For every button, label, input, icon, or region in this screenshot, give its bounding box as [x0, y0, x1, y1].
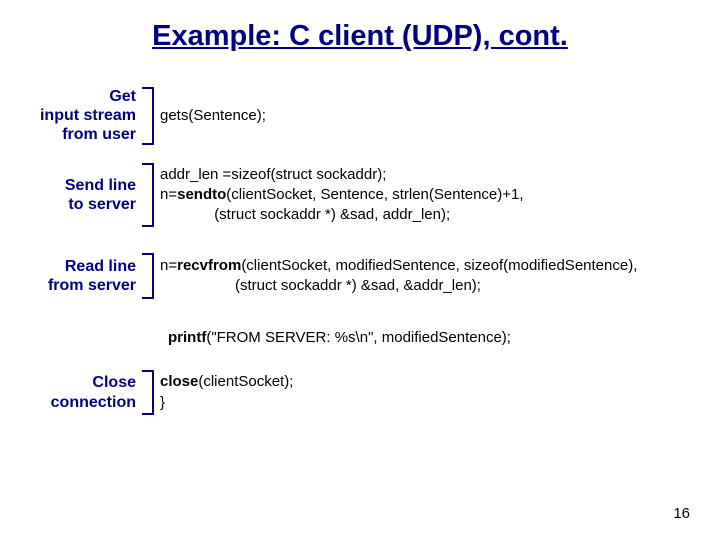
block-close: Close connection close(clientSocket);}	[0, 370, 720, 415]
slide-title: Example: C client (UDP), cont.	[0, 0, 720, 63]
bracket-icon	[140, 253, 154, 299]
bracket-icon	[140, 87, 154, 145]
code-sendto: addr_len =sizeof(struct sockaddr);n=send…	[160, 163, 524, 228]
bracket-icon	[140, 163, 154, 228]
label-read-line: Read line from server	[0, 257, 140, 295]
label-close: Close connection	[0, 373, 140, 411]
code-recvfrom: n=recvfrom(clientSocket, modifiedSentenc…	[160, 254, 637, 299]
code-gets: gets(Sentence);	[160, 104, 266, 128]
block-send-line: Send line to server addr_len =sizeof(str…	[0, 163, 720, 228]
bracket-icon	[140, 370, 154, 415]
code-close: close(clientSocket);}	[160, 370, 293, 415]
block-read-line: Read line from server n=recvfrom(clientS…	[0, 253, 720, 299]
label-send-line: Send line to server	[0, 176, 140, 214]
slide-content: Get input stream from user gets(Sentence…	[0, 63, 720, 415]
label-get-input: Get input stream from user	[0, 87, 140, 145]
page-number: 16	[673, 505, 690, 522]
block-get-input: Get input stream from user gets(Sentence…	[0, 87, 720, 145]
code-printf: printf("FROM SERVER: %s\n", modifiedSent…	[168, 329, 720, 346]
